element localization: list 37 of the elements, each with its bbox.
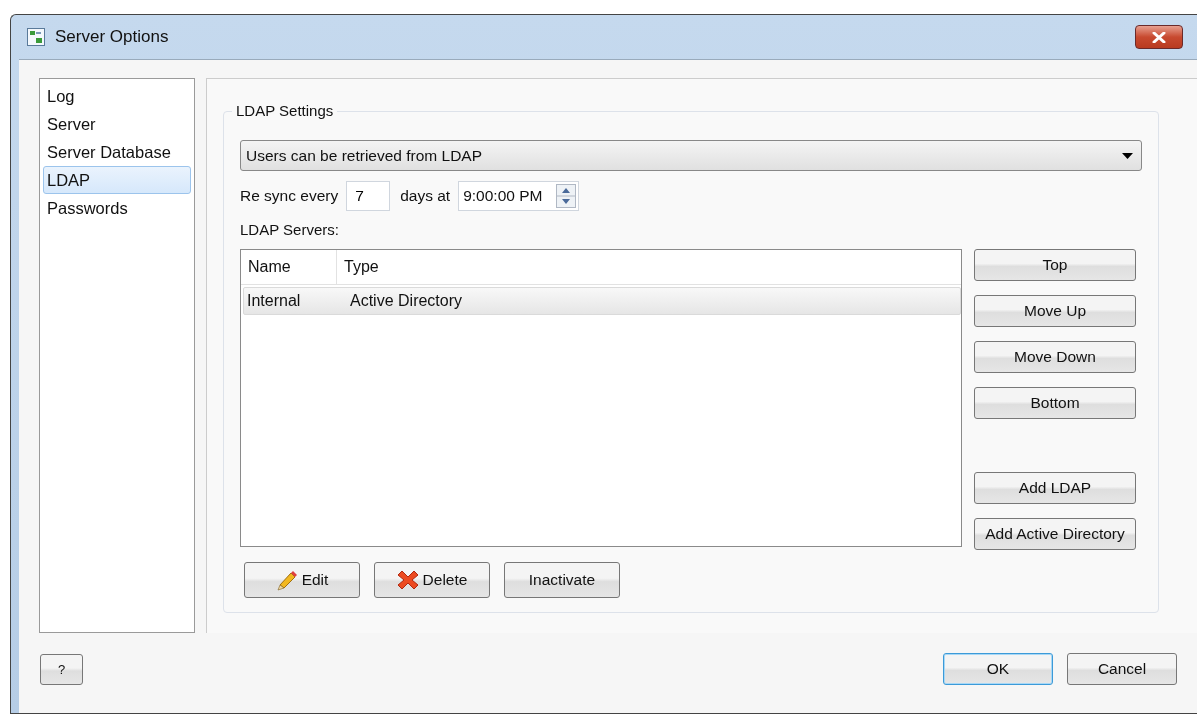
action-button[interactable]: Inactivate <box>504 562 620 598</box>
pencil-icon <box>275 569 298 591</box>
help-button[interactable]: ? <box>40 653 83 685</box>
sidebar-item[interactable]: Server Database <box>43 138 191 166</box>
action-button[interactable]: Edit <box>244 562 360 598</box>
column-header[interactable]: Type <box>337 250 379 284</box>
column-header[interactable]: Name <box>241 250 337 284</box>
days-label: days at <box>400 187 451 205</box>
sidebar-item[interactable]: Passwords <box>43 194 191 222</box>
close-icon <box>1152 31 1166 43</box>
mode-dropdown[interactable]: Users can be retrieved from LDAP <box>240 140 1142 171</box>
close-button[interactable] <box>1135 25 1183 49</box>
action-button[interactable]: Add Active Directory <box>974 518 1136 550</box>
spinner-icon <box>556 184 577 208</box>
sidebar-item[interactable]: Log <box>43 82 191 110</box>
app-icon <box>27 28 45 46</box>
action-button[interactable]: Move Down <box>974 341 1136 373</box>
delete-x-icon <box>396 569 419 591</box>
dialog-button[interactable]: Cancel <box>1067 653 1177 685</box>
action-button[interactable]: Add LDAP <box>974 472 1136 504</box>
dialog-button[interactable]: OK <box>943 653 1053 685</box>
action-button[interactable]: Bottom <box>974 387 1136 419</box>
table-cell-text: Internal <box>246 292 302 310</box>
action-button[interactable]: Delete <box>374 562 490 598</box>
table-cell-text: Active Directory <box>349 292 463 310</box>
sidebar-item[interactable]: Server <box>43 110 191 138</box>
group-title: LDAP Settings <box>232 102 338 119</box>
sidebar-item[interactable]: LDAP <box>43 166 191 194</box>
window-title: Server Options <box>55 27 169 47</box>
dropdown-arrow-icon <box>1122 152 1133 159</box>
time-field[interactable]: 9:00:00 PM <box>458 181 580 211</box>
table-row[interactable]: Internal Active Directory <box>243 287 961 315</box>
resync-label: Re sync every <box>240 187 339 205</box>
action-button[interactable]: Move Up <box>974 295 1136 327</box>
servers-label: LDAP Servers: <box>240 221 340 238</box>
days-field[interactable]: 7 <box>346 181 391 211</box>
action-button[interactable]: Top <box>974 249 1136 281</box>
